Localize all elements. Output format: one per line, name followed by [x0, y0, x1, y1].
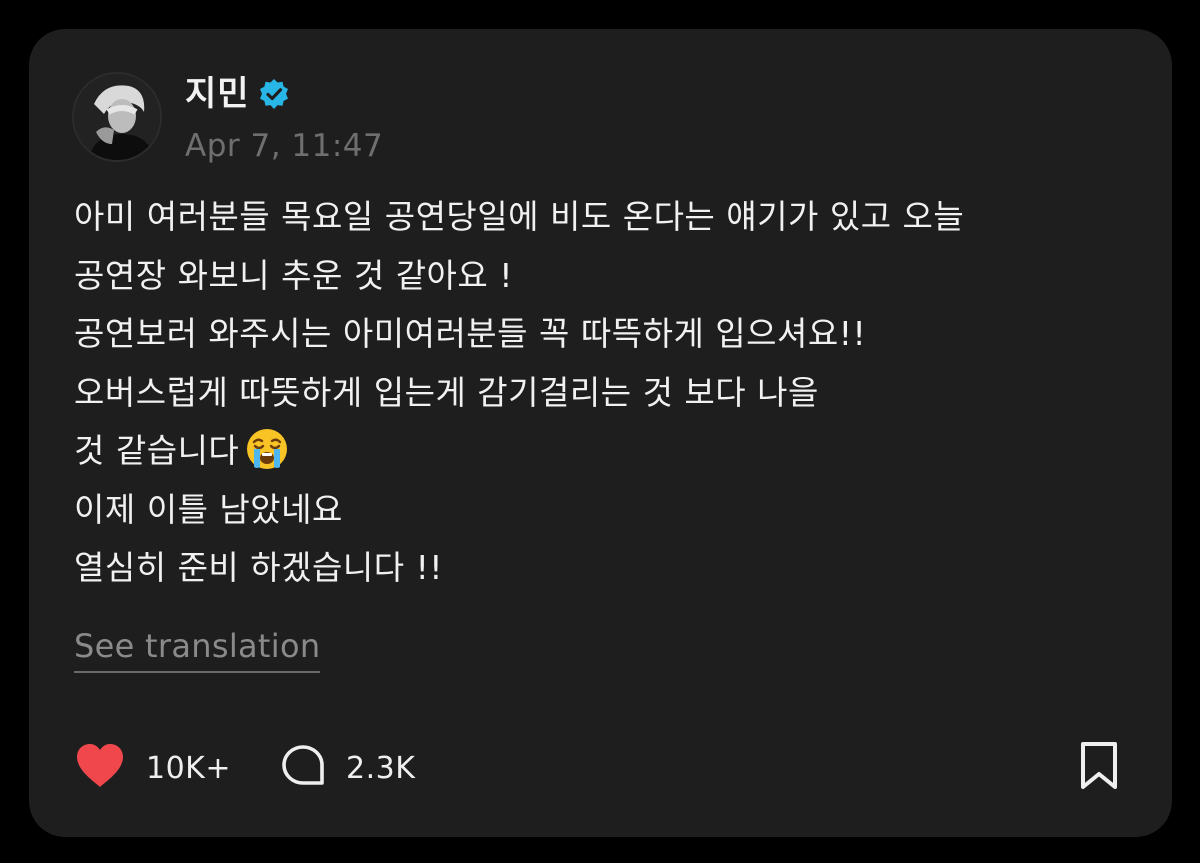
- author-row: 지민: [185, 70, 290, 118]
- verified-badge-icon: [258, 78, 290, 110]
- post-line-with-emoji: 것 같습니다: [74, 422, 1144, 481]
- loudly-crying-face-emoji: [245, 427, 289, 471]
- bookmark-icon: [1076, 740, 1122, 796]
- post-line: 열심히 준비 하겠습니다 !!: [74, 548, 444, 587]
- post-line: 공연장 와보니 추운 것 같아요 !: [74, 255, 513, 295]
- comment-bubble-icon: [280, 743, 326, 793]
- like-button[interactable]: 10K+: [74, 740, 231, 796]
- comment-button[interactable]: 2.3K: [280, 740, 415, 796]
- post-line: 공연보러 와주시는 아미여러분들 꼭 따뜩하게 입으셔요!!: [74, 314, 867, 353]
- post-line: 아미 여러분들 목요일 공연당일에 비도 온다는 얘기가 있고 오늘: [74, 197, 965, 236]
- avatar-photo: [74, 74, 160, 160]
- post-line: 이제 이틀 남았네요: [74, 489, 343, 529]
- post-timestamp: Apr 7, 11:47: [185, 128, 384, 164]
- like-count: 10K+: [146, 750, 231, 786]
- author-name[interactable]: 지민: [185, 70, 250, 118]
- save-button[interactable]: [1076, 740, 1122, 796]
- post-body: 아미 여러분들 목요일 공연당일에 비도 온다는 얘기가 있고 오늘 공연장 와…: [74, 188, 1144, 598]
- post-line: 오버스럽게 따뜻하게 입는게 감기걸리는 것 보다 나을: [74, 372, 819, 412]
- heart-icon: [74, 743, 126, 793]
- avatar[interactable]: [72, 72, 162, 162]
- see-translation-link[interactable]: See translation: [74, 623, 321, 673]
- comment-count: 2.3K: [346, 750, 416, 786]
- post-line: 것 같습니다: [74, 431, 240, 470]
